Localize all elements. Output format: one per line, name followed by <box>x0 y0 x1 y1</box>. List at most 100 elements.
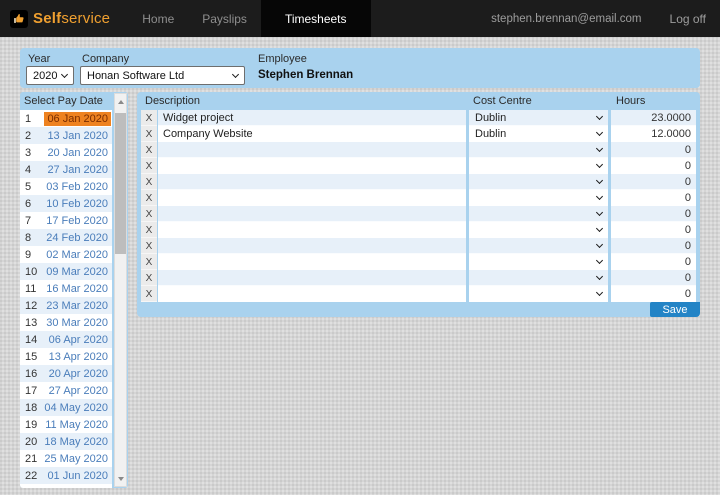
description-input[interactable] <box>158 142 466 158</box>
pay-date-row[interactable]: 3 20 Jan 2020 <box>20 144 112 161</box>
delete-row-button[interactable]: X <box>141 286 157 302</box>
pay-date-row[interactable]: 12 23 Mar 2020 <box>20 297 112 314</box>
description-input[interactable] <box>158 254 466 270</box>
app-logo[interactable]: Selfservice <box>0 0 110 37</box>
pay-date-row[interactable]: 2 13 Jan 2020 <box>20 127 112 144</box>
scroll-up-icon[interactable] <box>115 94 126 109</box>
pay-date-row[interactable]: 8 24 Feb 2020 <box>20 229 112 246</box>
description-input[interactable] <box>158 222 466 238</box>
pay-date-row[interactable]: 6 10 Feb 2020 <box>20 195 112 212</box>
pay-date-link[interactable]: 17 Feb 2020 <box>43 214 111 228</box>
pay-date-row[interactable]: 5 03 Feb 2020 <box>20 178 112 195</box>
pay-date-row[interactable]: 16 20 Apr 2020 <box>20 365 112 382</box>
pay-date-link[interactable]: 03 Feb 2020 <box>43 180 111 194</box>
pay-date-row[interactable]: 15 13 Apr 2020 <box>20 348 112 365</box>
pay-date-link[interactable]: 01 Jun 2020 <box>44 469 111 483</box>
pay-date-link[interactable]: 20 Jan 2020 <box>44 146 111 160</box>
pay-date-row[interactable]: 18 04 May 2020 <box>20 399 112 416</box>
delete-row-button[interactable]: X <box>141 238 157 254</box>
description-input[interactable] <box>158 206 466 222</box>
pay-date-link[interactable]: 23 Mar 2020 <box>43 299 111 313</box>
pay-date-link[interactable]: 24 Feb 2020 <box>43 231 111 245</box>
nav-item-timesheets[interactable]: Timesheets <box>261 0 371 37</box>
cost-centre-select[interactable] <box>469 254 608 270</box>
description-input[interactable] <box>158 270 466 286</box>
delete-row-button[interactable]: X <box>141 270 157 286</box>
delete-row-button[interactable]: X <box>141 110 157 126</box>
pay-date-row[interactable]: 13 30 Mar 2020 <box>20 314 112 331</box>
delete-row-button[interactable]: X <box>141 254 157 270</box>
pay-date-row[interactable]: 19 11 May 2020 <box>20 416 112 433</box>
pay-date-row[interactable]: 17 27 Apr 2020 <box>20 382 112 399</box>
company-select[interactable]: Honan Software Ltd <box>80 66 245 85</box>
description-input[interactable] <box>158 110 466 126</box>
pay-date-row[interactable]: 21 25 May 2020 <box>20 450 112 467</box>
cost-centre-select[interactable] <box>469 286 608 302</box>
pay-date-link[interactable]: 16 Mar 2020 <box>43 282 111 296</box>
pay-date-link[interactable]: 20 Apr 2020 <box>46 367 111 381</box>
pay-date-link[interactable]: 11 May 2020 <box>42 418 111 432</box>
pay-date-link[interactable]: 13 Jan 2020 <box>44 129 111 143</box>
delete-row-button[interactable]: X <box>141 222 157 238</box>
pay-date-row[interactable]: 22 01 Jun 2020 <box>20 467 112 484</box>
pay-date-link[interactable]: 04 May 2020 <box>41 401 111 415</box>
hours-input[interactable] <box>611 286 696 302</box>
pay-date-row[interactable]: 4 27 Jan 2020 <box>20 161 112 178</box>
pay-date-row[interactable]: 20 18 May 2020 <box>20 433 112 450</box>
cost-centre-select[interactable] <box>469 238 608 254</box>
pay-date-row[interactable]: 9 02 Mar 2020 <box>20 246 112 263</box>
pay-date-link[interactable]: 13 Apr 2020 <box>46 350 111 364</box>
cost-centre-select[interactable]: Dublin <box>469 126 608 142</box>
description-input[interactable] <box>158 174 466 190</box>
year-select[interactable]: 2020 <box>26 66 74 85</box>
pay-date-link[interactable]: 06 Jan 2020 <box>44 112 111 126</box>
pay-date-row[interactable]: 11 16 Mar 2020 <box>20 280 112 297</box>
delete-row-button[interactable]: X <box>141 190 157 206</box>
log-off-link[interactable]: Log off <box>670 12 706 26</box>
cost-centre-select[interactable] <box>469 142 608 158</box>
pay-date-link[interactable]: 30 Mar 2020 <box>43 316 111 330</box>
pay-date-link[interactable]: 18 May 2020 <box>41 435 111 449</box>
description-input[interactable] <box>158 190 466 206</box>
scrollbar-thumb[interactable] <box>115 113 126 254</box>
pay-date-link[interactable]: 27 Apr 2020 <box>46 384 111 398</box>
hours-input[interactable] <box>611 238 696 254</box>
pay-date-link[interactable]: 10 Feb 2020 <box>43 197 111 211</box>
pay-date-scrollbar[interactable] <box>114 93 127 487</box>
hours-input[interactable] <box>611 254 696 270</box>
delete-row-button[interactable]: X <box>141 142 157 158</box>
cost-centre-select[interactable] <box>469 174 608 190</box>
cost-centre-select[interactable] <box>469 206 608 222</box>
scroll-down-icon[interactable] <box>115 471 126 486</box>
description-input[interactable] <box>158 126 466 142</box>
hours-input[interactable] <box>611 222 696 238</box>
delete-row-button[interactable]: X <box>141 126 157 142</box>
pay-date-row[interactable]: 1 06 Jan 2020 <box>20 110 112 127</box>
cost-centre-select[interactable]: Dublin <box>469 110 608 126</box>
pay-date-row[interactable]: 7 17 Feb 2020 <box>20 212 112 229</box>
nav-item-payslips[interactable]: Payslips <box>188 0 261 37</box>
pay-date-row[interactable]: 10 09 Mar 2020 <box>20 263 112 280</box>
save-button[interactable]: Save <box>650 302 700 317</box>
hours-input[interactable] <box>611 190 696 206</box>
hours-input[interactable] <box>611 110 696 126</box>
delete-row-button[interactable]: X <box>141 158 157 174</box>
hours-input[interactable] <box>611 174 696 190</box>
cost-centre-select[interactable] <box>469 158 608 174</box>
hours-input[interactable] <box>611 126 696 142</box>
pay-date-link[interactable]: 06 Apr 2020 <box>46 333 111 347</box>
delete-row-button[interactable]: X <box>141 174 157 190</box>
description-input[interactable] <box>158 238 466 254</box>
pay-date-link[interactable]: 09 Mar 2020 <box>43 265 111 279</box>
description-input[interactable] <box>158 158 466 174</box>
hours-input[interactable] <box>611 142 696 158</box>
cost-centre-select[interactable] <box>469 190 608 206</box>
delete-row-button[interactable]: X <box>141 206 157 222</box>
description-input[interactable] <box>158 286 466 302</box>
cost-centre-select[interactable] <box>469 270 608 286</box>
pay-date-row[interactable]: 14 06 Apr 2020 <box>20 331 112 348</box>
hours-input[interactable] <box>611 158 696 174</box>
hours-input[interactable] <box>611 270 696 286</box>
pay-date-link[interactable]: 25 May 2020 <box>41 452 111 466</box>
nav-item-home[interactable]: Home <box>128 0 188 37</box>
